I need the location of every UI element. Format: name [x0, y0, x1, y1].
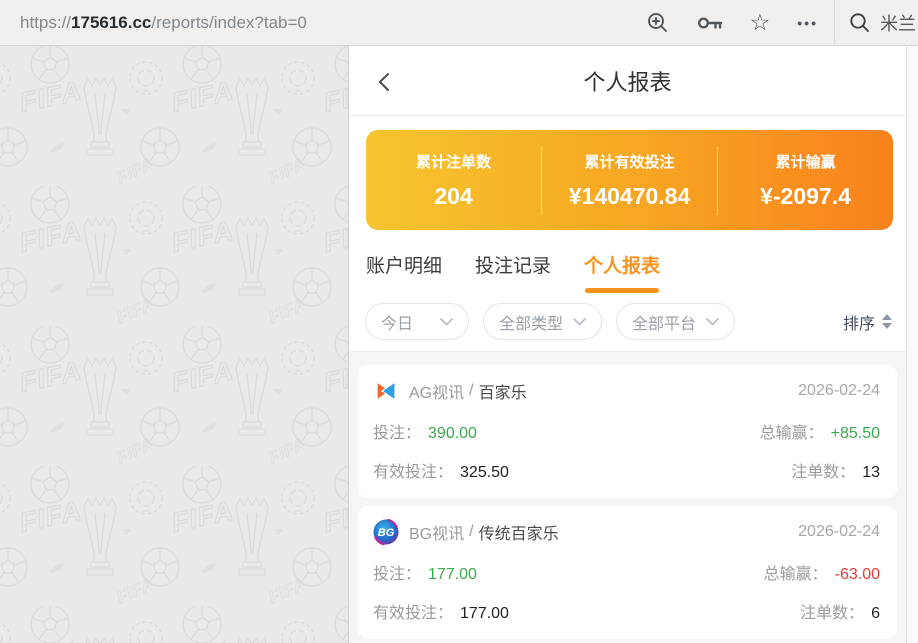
- win-loss-label: 总输赢：: [764, 560, 828, 584]
- search-icon: [849, 12, 871, 34]
- page-header: 个人报表: [349, 46, 906, 116]
- summary-card: 累计注单数 204 累计有效投注 ¥140470.84 累计输赢 ¥-2097.…: [366, 130, 893, 230]
- search-query-text: 米兰: [880, 10, 916, 36]
- zoom-in-icon[interactable]: [646, 11, 670, 35]
- summary-win-loss: 累计输赢 ¥-2097.4: [718, 130, 893, 230]
- tab-bar: 账户明细 投注记录 个人报表: [349, 230, 906, 293]
- sort-label: 排序: [843, 310, 875, 334]
- sort-asc-icon: [882, 314, 892, 320]
- report-date: 2026-02-24: [798, 382, 880, 400]
- scrollbar-track[interactable]: [906, 46, 918, 643]
- browser-search-box[interactable]: 米兰: [834, 0, 918, 46]
- back-button[interactable]: [377, 72, 391, 92]
- chevron-down-icon: [706, 318, 719, 326]
- report-list: AG视讯 / 百家乐 2026-02-24 投注： 390.00 总输赢： +8…: [349, 351, 906, 643]
- chevron-down-icon: [440, 318, 453, 326]
- platform-filter-dropdown[interactable]: 全部平台: [616, 303, 735, 340]
- fifa-pattern-svg: FIFA: [0, 46, 349, 643]
- platform-filter-value: 全部平台: [632, 310, 696, 334]
- title-separator: /: [469, 523, 473, 541]
- reports-page: 个人报表 累计注单数 204 累计有效投注 ¥140470.84 累计输赢 ¥-…: [349, 46, 906, 643]
- bookmark-star-icon[interactable]: ☆: [750, 11, 771, 34]
- key-icon[interactable]: [697, 15, 723, 31]
- summary-value: ¥140470.84: [569, 183, 691, 210]
- report-card-ag[interactable]: AG视讯 / 百家乐 2026-02-24 投注： 390.00 总输赢： +8…: [358, 365, 897, 498]
- sort-control[interactable]: 排序: [843, 310, 892, 334]
- filter-bar: 今日 全部类型 全部平台 排序: [349, 293, 906, 351]
- sort-arrows-icon: [882, 314, 892, 329]
- order-count-label: 注单数：: [800, 599, 864, 623]
- win-loss-label: 总输赢：: [760, 419, 824, 443]
- valid-bet-value: 325.50: [460, 464, 509, 482]
- win-loss-value: +85.50: [831, 425, 880, 443]
- bet-value: 177.00: [428, 566, 477, 584]
- date-filter-dropdown[interactable]: 今日: [365, 303, 469, 340]
- valid-bet-value: 177.00: [460, 605, 509, 623]
- page-title: 个人报表: [583, 65, 671, 97]
- platform-name: AG视讯: [409, 379, 464, 403]
- sort-desc-icon: [882, 323, 892, 329]
- win-loss-value: -63.00: [835, 566, 880, 584]
- date-filter-value: 今日: [381, 310, 413, 334]
- browser-address-bar: https://175616.cc/reports/index?tab=0 ☆ …: [0, 0, 918, 46]
- summary-label: 累计输赢: [775, 151, 835, 172]
- bet-label: 投注：: [373, 419, 421, 443]
- ag-platform-logo-icon: [373, 378, 399, 404]
- url-text[interactable]: https://175616.cc/reports/index?tab=0: [20, 13, 307, 33]
- type-filter-dropdown[interactable]: 全部类型: [483, 303, 602, 340]
- summary-value: 204: [434, 183, 472, 210]
- bet-label: 投注：: [373, 560, 421, 584]
- report-date: 2026-02-24: [798, 523, 880, 541]
- valid-bet-label: 有效投注：: [373, 599, 453, 623]
- tab-account-details[interactable]: 账户明细: [366, 251, 442, 293]
- type-filter-value: 全部类型: [499, 310, 563, 334]
- browser-menu-icon[interactable]: •••: [797, 16, 818, 30]
- url-domain: 175616.cc: [71, 13, 151, 32]
- url-prefix: https://: [20, 13, 71, 32]
- platform-name: BG视讯: [409, 520, 464, 544]
- summary-total-orders: 累计注单数 204: [366, 130, 541, 230]
- order-count-value: 6: [871, 605, 880, 623]
- report-card-bg[interactable]: BG BG视讯 / 传统百家乐 2026-02-24 投注： 177.00 总输…: [358, 506, 897, 639]
- summary-label: 累计有效投注: [584, 151, 674, 172]
- fifa-watermark-background: FIFA: [0, 46, 349, 643]
- valid-bet-label: 有效投注：: [373, 458, 453, 482]
- summary-value: ¥-2097.4: [760, 183, 851, 210]
- order-count-label: 注单数：: [791, 458, 855, 482]
- tab-bet-records[interactable]: 投注记录: [475, 251, 551, 293]
- game-name: 传统百家乐: [479, 520, 559, 544]
- order-count-value: 13: [862, 464, 880, 482]
- title-separator: /: [469, 382, 473, 400]
- game-name: 百家乐: [479, 379, 527, 403]
- bg-logo-text: BG: [378, 527, 395, 539]
- tab-personal-report[interactable]: 个人报表: [584, 251, 660, 293]
- summary-valid-bets: 累计有效投注 ¥140470.84: [542, 130, 717, 230]
- summary-label: 累计注单数: [416, 151, 491, 172]
- bet-value: 390.00: [428, 425, 477, 443]
- chevron-down-icon: [573, 318, 586, 326]
- bg-platform-logo-icon: BG: [373, 519, 399, 545]
- url-path: /reports/index?tab=0: [151, 13, 306, 32]
